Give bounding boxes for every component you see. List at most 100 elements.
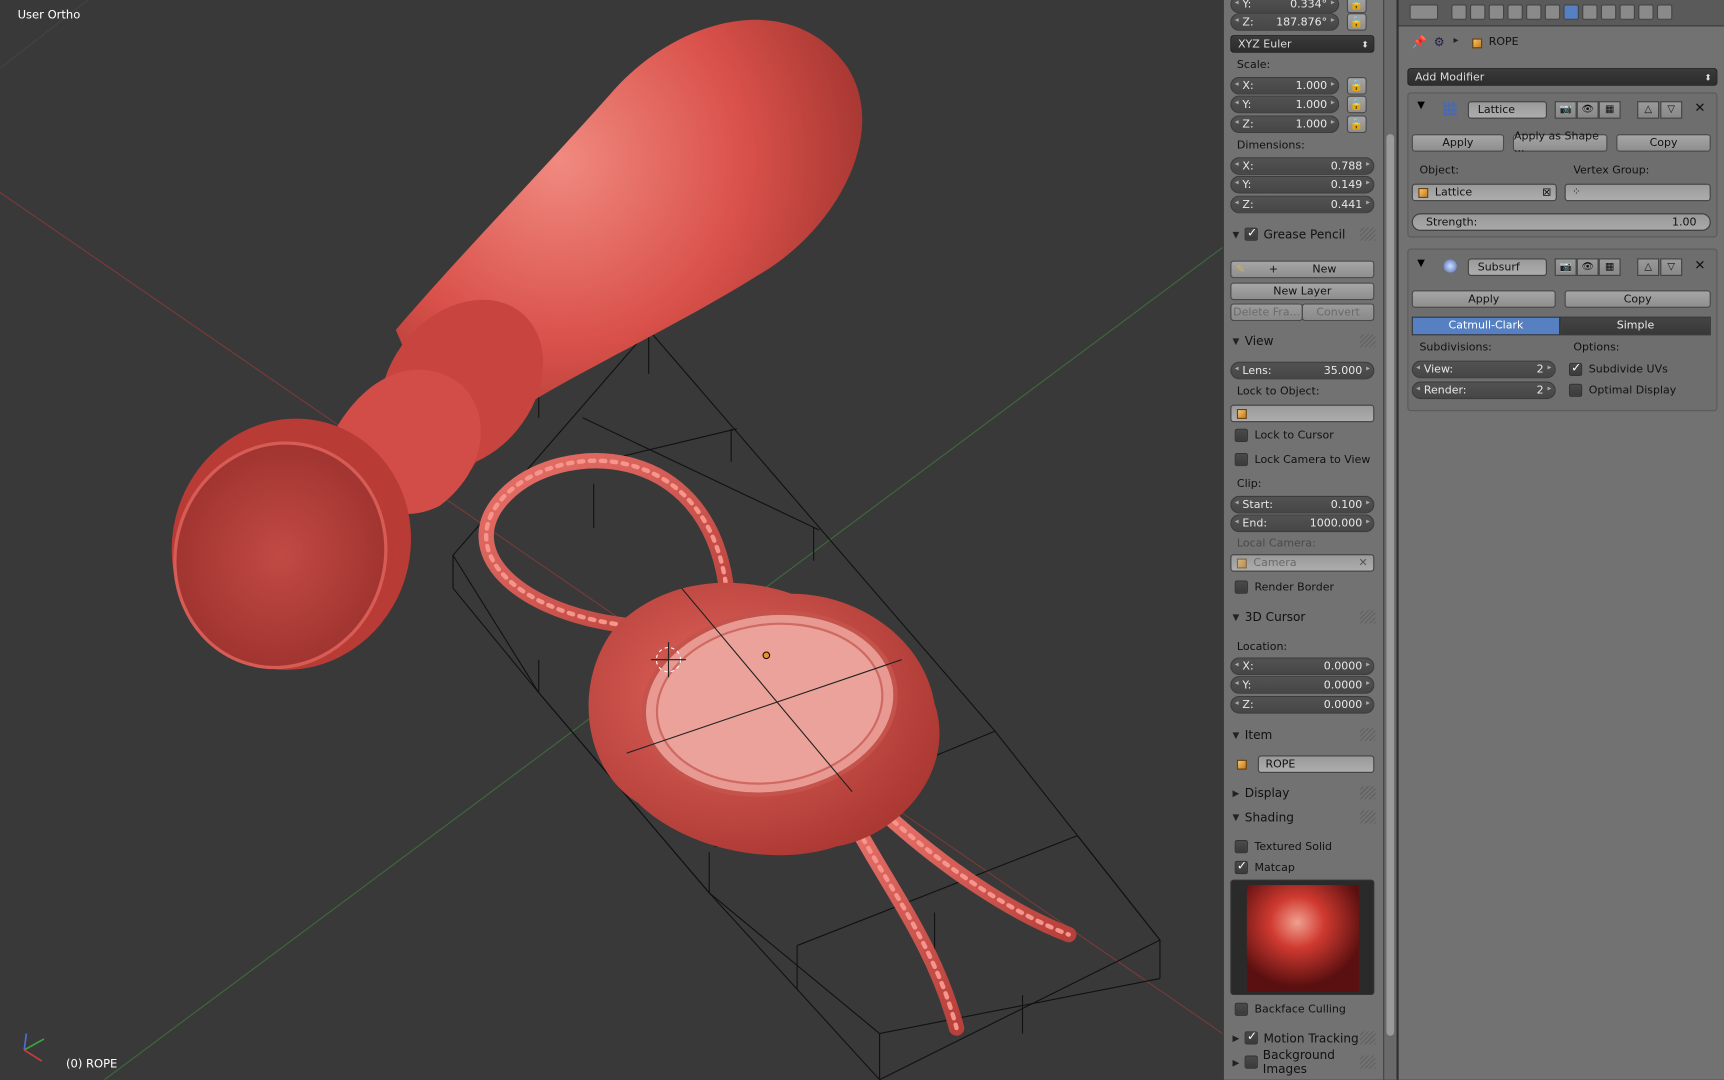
lattice-apply-button[interactable]: Apply — [1411, 134, 1505, 152]
editmode-toggle-icon[interactable]: ▦ — [1598, 101, 1621, 119]
lattice-copy-button[interactable]: Copy — [1616, 134, 1711, 152]
world-tab-icon[interactable] — [1507, 4, 1523, 20]
item-panel-header[interactable]: ▼ Item — [1228, 723, 1376, 745]
cursor-x-field[interactable]: ◂ X: 0.0000 ▸ — [1230, 657, 1375, 676]
subdiv-render-field[interactable]: ◂ Render: 2 ▸ — [1411, 381, 1556, 400]
render-border-checkbox[interactable] — [1234, 580, 1248, 594]
subsurf-editmode-toggle-icon[interactable]: ▦ — [1598, 258, 1621, 276]
subsurf-name-field[interactable]: Subsurf — [1467, 258, 1547, 276]
lattice-apply-shape-button[interactable]: Apply as Shape ... — [1512, 131, 1608, 155]
subsurf-render-toggle-icon[interactable]: 📷 — [1554, 258, 1577, 276]
dimension-y-field[interactable]: ◂ Y: 0.149 ▸ — [1230, 175, 1375, 194]
matcap-preview[interactable] — [1230, 879, 1375, 996]
subdivide-uvs-checkbox[interactable] — [1568, 361, 1583, 377]
lattice-name-field[interactable]: Lattice — [1467, 101, 1547, 119]
subdiv-view-field[interactable]: ◂ View: 2 ▸ — [1411, 360, 1556, 379]
dimensions-label: Dimensions: — [1236, 139, 1305, 152]
lock-scale-y-icon[interactable]: 🔒 — [1346, 95, 1367, 114]
subsurf-modifier-panel: ▼ Subsurf 📷 👁 ▦ △ ▽ ✕ Apply Copy Catmull… — [1407, 248, 1718, 412]
subsurf-move-up-icon[interactable]: △ — [1637, 258, 1660, 276]
display-panel-header[interactable]: ▶ Display — [1228, 782, 1376, 804]
grease-pencil-checkbox[interactable] — [1244, 225, 1258, 241]
lens-field[interactable]: ◂ Lens: 35.000 ▸ — [1230, 361, 1375, 380]
subsurf-copy-button[interactable]: Copy — [1564, 290, 1711, 308]
subsurf-viewport-toggle-icon[interactable]: 👁 — [1576, 258, 1599, 276]
shelf-scrollbar[interactable] — [1383, 0, 1397, 1080]
lock-to-object-field[interactable] — [1230, 404, 1375, 423]
add-modifier-select[interactable]: Add Modifier ⬍ — [1407, 68, 1718, 86]
textured-solid-checkbox[interactable] — [1234, 840, 1248, 854]
remove-subsurf-icon[interactable]: ✕ — [1694, 257, 1705, 272]
pin-icon[interactable]: 📌 — [1412, 35, 1427, 49]
rotation-mode-select[interactable]: XYZ Euler ⬍ — [1230, 35, 1375, 53]
lock-scale-z-icon[interactable]: 🔒 — [1346, 115, 1367, 134]
move-down-icon[interactable]: ▽ — [1660, 101, 1683, 119]
dimension-x-field[interactable]: ◂ X: 0.788 ▸ — [1230, 157, 1375, 175]
cursor-y-field[interactable]: ◂ Y: 0.0000 ▸ — [1230, 676, 1375, 694]
motion-tracking-checkbox[interactable] — [1244, 1029, 1258, 1045]
scale-z-field[interactable]: ◂ Z: 1.000 ▸ — [1230, 115, 1340, 134]
item-name-field[interactable]: ROPE — [1257, 755, 1375, 773]
editor-type-icon[interactable] — [1409, 4, 1439, 20]
lattice-object-field[interactable]: Lattice ⊠ — [1411, 183, 1557, 202]
shading-panel-header[interactable]: ▼ Shading — [1228, 806, 1376, 828]
lock-scale-x-icon[interactable]: 🔒 — [1346, 76, 1367, 95]
cursor-z-field[interactable]: ◂ Z: 0.0000 ▸ — [1230, 695, 1375, 714]
data-tab-icon[interactable] — [1582, 4, 1598, 20]
viewport-toggle-icon[interactable]: 👁 — [1576, 101, 1599, 119]
collapse-subsurf-icon[interactable]: ▼ — [1417, 258, 1425, 269]
render-tab-icon[interactable] — [1451, 4, 1467, 20]
background-images-header[interactable]: ▶ Background Images — [1228, 1048, 1376, 1076]
clear-camera-icon[interactable]: ✕ — [1359, 557, 1368, 569]
particles-tab-icon[interactable] — [1638, 4, 1654, 20]
lock-rotation-y-icon[interactable]: 🔒 — [1346, 0, 1367, 14]
grease-pencil-header[interactable]: ▼Grease Pencil — [1228, 223, 1376, 245]
constraints-tab-icon[interactable] — [1544, 4, 1561, 20]
scrollbar-thumb[interactable] — [1386, 134, 1395, 1036]
wax-seal — [588, 582, 940, 856]
move-up-icon[interactable]: △ — [1637, 101, 1660, 119]
clip-start-field[interactable]: ◂ Start: 0.100 ▸ — [1230, 495, 1375, 514]
physics-tab-icon[interactable] — [1656, 4, 1673, 20]
object-tab-icon[interactable] — [1526, 4, 1542, 20]
grease-pencil-new-button[interactable]: ✎ + New — [1230, 260, 1375, 279]
background-images-checkbox[interactable] — [1244, 1055, 1258, 1069]
backface-culling-checkbox[interactable] — [1234, 1002, 1248, 1016]
lock-to-cursor-checkbox[interactable] — [1234, 428, 1248, 442]
clear-lattice-object-icon[interactable]: ⊠ — [1542, 186, 1551, 198]
modifiers-tab-icon[interactable] — [1563, 4, 1579, 20]
motion-tracking-header[interactable]: ▶Motion Tracking — [1228, 1027, 1376, 1049]
strength-slider[interactable]: Strength: 1.00 — [1411, 213, 1711, 231]
delete-frame-button[interactable]: Delete Fra... — [1230, 303, 1303, 322]
scene-tab-icon[interactable] — [1488, 4, 1505, 20]
catmull-clark-toggle[interactable]: Catmull-Clark — [1411, 316, 1561, 336]
subsurf-move-down-icon[interactable]: ▽ — [1660, 258, 1683, 276]
material-tab-icon[interactable] — [1600, 4, 1617, 20]
view-panel-header[interactable]: ▼ View — [1228, 330, 1376, 352]
subsurf-apply-button[interactable]: Apply — [1411, 290, 1556, 308]
render-toggle-icon[interactable]: 📷 — [1554, 101, 1577, 119]
lock-rotation-z-icon[interactable]: 🔒 — [1346, 13, 1367, 31]
simple-toggle[interactable]: Simple — [1560, 316, 1711, 336]
matcap-checkbox[interactable] — [1234, 859, 1248, 875]
texture-tab-icon[interactable] — [1619, 4, 1635, 20]
lock-camera-checkbox[interactable] — [1234, 452, 1248, 467]
remove-lattice-icon[interactable]: ✕ — [1694, 100, 1705, 115]
optimal-display-checkbox[interactable] — [1568, 383, 1583, 397]
3d-cursor-header[interactable]: ▼ 3D Cursor — [1228, 606, 1376, 628]
rotation-y-field[interactable]: ◂ Y: 0.334° ▸ — [1230, 0, 1340, 14]
local-camera-field[interactable]: Camera ✕ — [1230, 554, 1375, 572]
scale-y-field[interactable]: ◂ Y: 1.000 ▸ — [1230, 95, 1340, 114]
convert-button[interactable]: Convert — [1301, 303, 1375, 322]
subdivisions-label: Subdivisions: — [1419, 341, 1492, 355]
clip-end-field[interactable]: ◂ End: 1000.000 ▸ — [1230, 514, 1375, 533]
3d-viewport[interactable]: User Ortho (0) ROPE — [0, 0, 1223, 1080]
scale-x-field[interactable]: ◂ X: 1.000 ▸ — [1230, 76, 1340, 95]
textured-solid-label: Textured Solid — [1254, 841, 1333, 854]
render-layers-tab-icon[interactable] — [1470, 4, 1486, 20]
vertex-group-field[interactable]: ⁘ — [1564, 183, 1711, 202]
dimension-z-field[interactable]: ◂ Z: 0.441 ▸ — [1230, 195, 1375, 214]
new-layer-button[interactable]: New Layer — [1230, 282, 1375, 301]
collapse-lattice-icon[interactable]: ▼ — [1417, 100, 1425, 111]
rotation-z-field[interactable]: ◂ Z: 187.876° ▸ — [1230, 13, 1340, 31]
